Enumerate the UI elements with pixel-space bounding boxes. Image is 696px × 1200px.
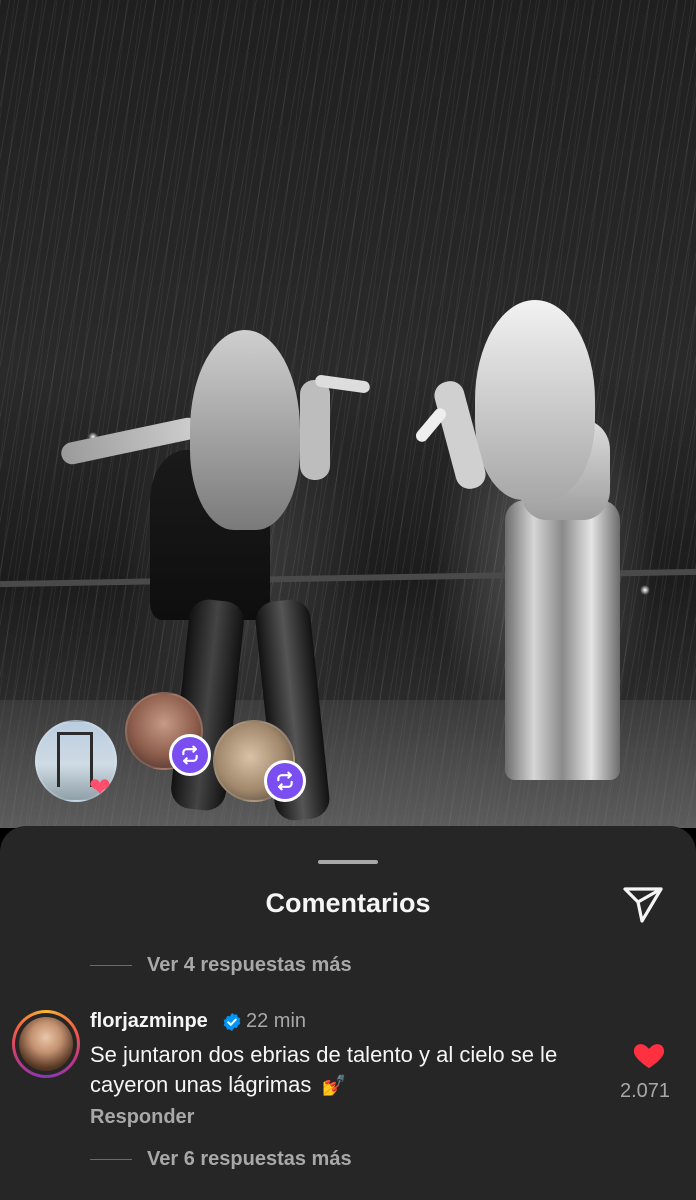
heart-icon: ❤ [89, 773, 111, 803]
like-count: 2.071 [619, 1080, 671, 1102]
view-more-replies-button[interactable]: Ver 6 respuestas más [90, 1148, 352, 1171]
comment-avatar[interactable] [12, 1010, 80, 1078]
view-more-replies-label: Ver 4 respuestas más [147, 954, 352, 976]
singer-left-hair [190, 330, 300, 530]
paper-plane-icon[interactable] [620, 882, 666, 926]
stage-light [640, 585, 650, 595]
repost-icon [264, 760, 306, 802]
comments-sheet: Comentarios Ver 4 respuestas más florjaz… [0, 826, 696, 1200]
view-more-replies-label: Ver 6 respuestas más [147, 1148, 352, 1170]
reply-thread-line [90, 965, 132, 966]
verified-badge-icon [222, 1012, 242, 1032]
view-more-replies-button[interactable]: Ver 4 respuestas más [90, 954, 352, 977]
sheet-title: Comentarios [265, 888, 431, 918]
singer-right-pants [505, 500, 620, 780]
comment-username[interactable]: florjazminpe [90, 1010, 208, 1033]
singer-right-hair [475, 300, 595, 500]
swing-photo [57, 732, 93, 787]
avatar-inner [15, 1013, 77, 1075]
comment-text: Se juntaron dos ebrias de talento y al c… [90, 1040, 610, 1100]
avatar-photo [19, 1017, 73, 1071]
reply-button[interactable]: Responder [90, 1106, 194, 1129]
post-photo[interactable] [0, 0, 696, 828]
heart-filled-icon[interactable] [632, 1038, 666, 1070]
reply-thread-line [90, 1159, 132, 1160]
comment-timestamp: 22 min [246, 1010, 307, 1032]
sheet-drag-handle[interactable] [318, 860, 378, 864]
nail-polish-emoji: 💅 [321, 1073, 347, 1097]
singer-left-mic-arm [300, 380, 330, 480]
repost-icon [169, 734, 211, 776]
